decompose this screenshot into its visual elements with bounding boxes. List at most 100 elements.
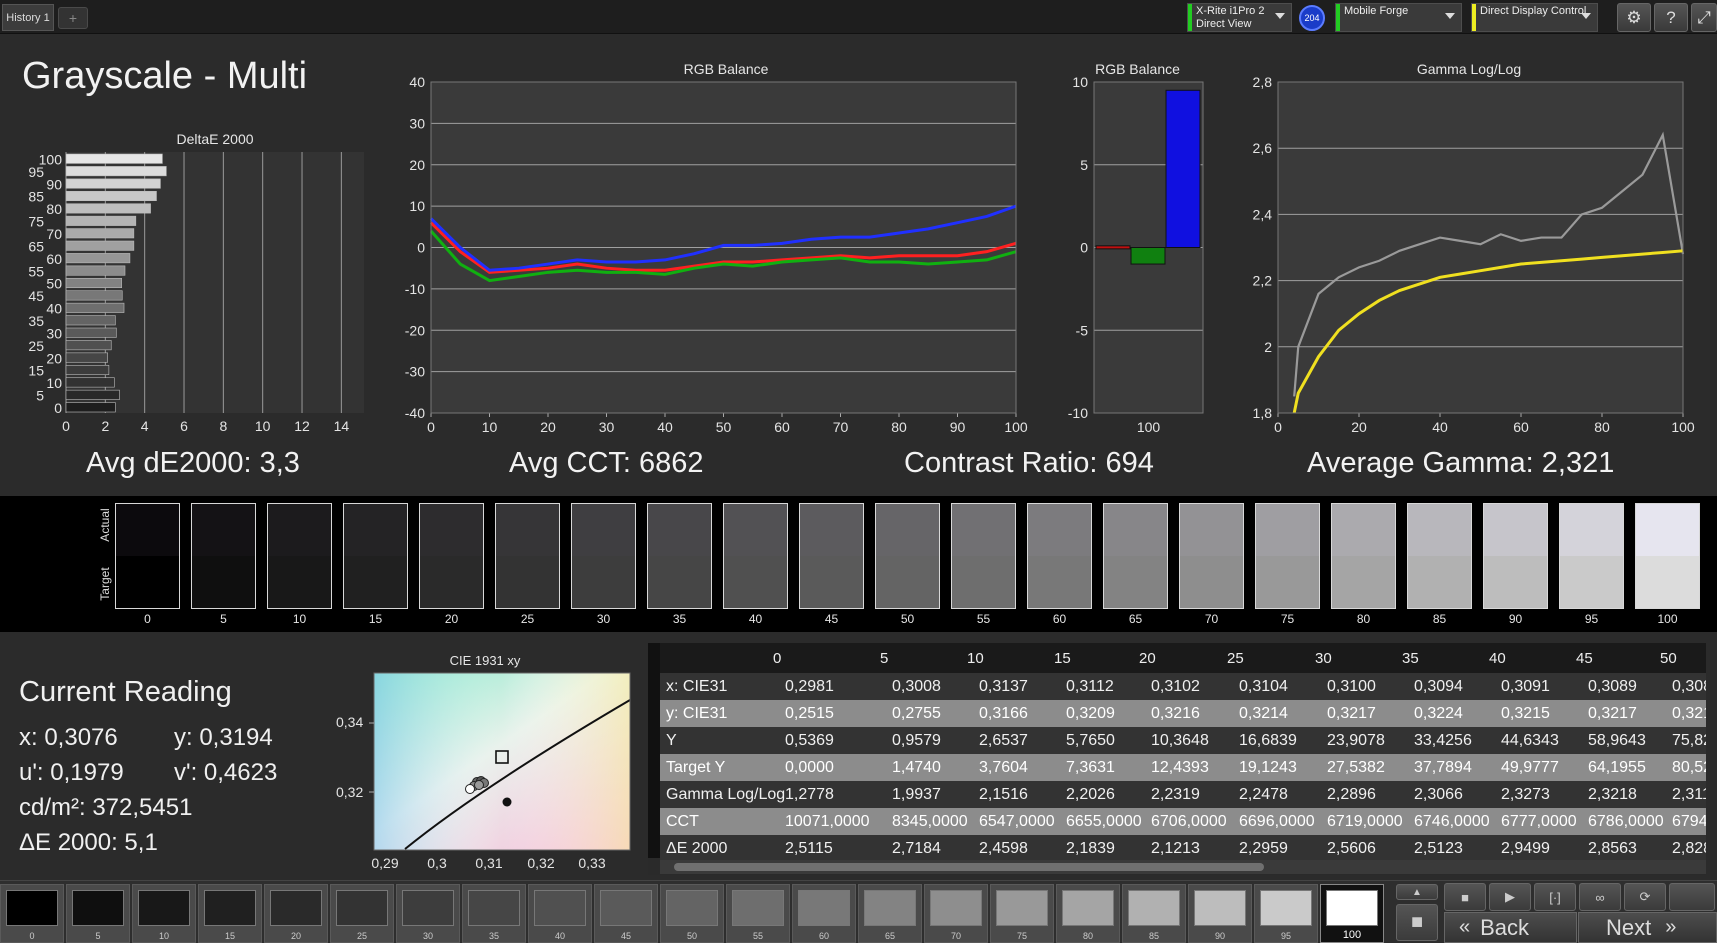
table-row[interactable]: Target Y 0,0000 1,4740 3,7604 7,3631 12,4393 1… [660,754,1706,781]
table-horizontal-scrollbar[interactable] [660,860,1706,874]
table-column-header[interactable]: 5 [880,650,888,667]
table-column-header[interactable]: 15 [1054,650,1071,667]
patch-button-40[interactable]: 40 [528,884,592,943]
grayscale-swatch[interactable] [1635,503,1700,609]
extra-button[interactable] [1669,883,1715,911]
table-column-header[interactable]: 45 [1576,650,1593,667]
table-cell: 33,4256 [1414,732,1472,749]
add-tab-button[interactable]: + [58,7,88,29]
generator-select[interactable]: Mobile Forge [1335,3,1462,32]
patch-color [534,890,586,926]
grayscale-swatch[interactable] [799,503,864,609]
patch-button-35[interactable]: 35 [462,884,526,943]
grayscale-swatch[interactable] [267,503,332,609]
play-button[interactable]: ▶ [1489,883,1531,911]
meter-select[interactable]: X-Rite i1Pro 2 Direct View [1187,3,1292,32]
table-column-header[interactable]: 25 [1227,650,1244,667]
measure-single-button[interactable]: [·] [1534,883,1576,911]
deltae-bar [65,377,115,388]
grayscale-swatch[interactable] [115,503,180,609]
record-button[interactable]: ■ [1396,904,1438,941]
grayscale-swatch[interactable] [191,503,256,609]
table-row[interactable]: Gamma Log/Log 1,2778 1,9937 2,1516 2,2026 2,2… [660,781,1706,808]
refresh-button[interactable]: ⟳ [1624,883,1666,911]
next-button[interactable]: Next » [1578,912,1717,943]
grayscale-swatch[interactable] [1103,503,1168,609]
patch-button-60[interactable]: 60 [792,884,856,943]
table-column-header[interactable]: 20 [1139,650,1156,667]
grayscale-swatch[interactable] [1331,503,1396,609]
grayscale-swatch[interactable] [1407,503,1472,609]
patch-button-0[interactable]: 0 [0,884,64,943]
deltae-bar [65,402,116,413]
patch-button-90[interactable]: 90 [1188,884,1252,943]
grayscale-swatch[interactable] [343,503,408,609]
grayscale-swatch[interactable] [1559,503,1624,609]
table-column-header[interactable]: 0 [773,650,781,667]
back-label: Back [1480,914,1530,940]
settings-button[interactable]: ■⚙ [1617,3,1651,32]
deltae-y-tick: 75 [28,214,44,230]
deltae-x-tick: 14 [334,418,350,434]
grayscale-swatch[interactable] [951,503,1016,609]
badge-204[interactable]: 204 [1299,5,1325,31]
table-row[interactable]: x: CIE31 0,2981 0,3008 0,3137 0,3112 0,3102 0,… [660,673,1706,700]
table-cell: 37,7894 [1414,759,1472,776]
grayscale-swatch[interactable] [875,503,940,609]
gamma-y-tick: 2,2 [1253,273,1273,289]
table-row-handle[interactable] [648,643,660,858]
grayscale-swatch[interactable] [571,503,636,609]
expand-button[interactable]: ⤢ [1691,3,1717,32]
deltae-y-tick: 90 [46,176,62,192]
grayscale-swatch[interactable] [647,503,712,609]
grayscale-swatch[interactable] [419,503,484,609]
help-button[interactable]: ? [1654,3,1688,32]
patch-button-95[interactable]: 95 [1254,884,1318,943]
table-row[interactable]: ΔE 2000 2,5115 2,7184 2,4598 2,1839 2,1213 2,2… [660,835,1706,862]
patch-button-20[interactable]: 20 [264,884,328,943]
patch-button-50[interactable]: 50 [660,884,724,943]
patch-button-30[interactable]: 30 [396,884,460,943]
grayscale-swatch[interactable] [1027,503,1092,609]
display-control-select[interactable]: Direct Display Control [1471,3,1598,32]
patch-color [336,890,388,926]
grayscale-swatch[interactable] [723,503,788,609]
grayscale-swatch[interactable] [1483,503,1548,609]
grayscale-swatch[interactable] [495,503,560,609]
up-button[interactable]: ▲ [1396,884,1438,900]
table-row[interactable]: y: CIE31 0,2515 0,2755 0,3166 0,3209 0,3216 0,… [660,700,1706,727]
grayscale-swatch[interactable] [1255,503,1320,609]
table-column-header[interactable]: 50 [1660,650,1677,667]
patch-button-55[interactable]: 55 [726,884,790,943]
table-cell: 2,2478 [1239,786,1288,803]
patch-button-80[interactable]: 80 [1056,884,1120,943]
patch-button-10[interactable]: 10 [132,884,196,943]
deltae-y-tick: 60 [46,251,62,267]
swatch-actual [1104,504,1167,556]
patch-button-5[interactable]: 5 [66,884,130,943]
tab-history-1[interactable]: History 1 [2,4,54,31]
patch-button-70[interactable]: 70 [924,884,988,943]
back-button[interactable]: « Back [1444,912,1577,943]
loop-button[interactable]: ∞ [1579,883,1621,911]
stop-button[interactable]: ■ [1444,883,1486,911]
table-column-header[interactable]: 40 [1489,650,1506,667]
patch-button-75[interactable]: 75 [990,884,1054,943]
patch-button-45[interactable]: 45 [594,884,658,943]
table-column-header[interactable]: 10 [967,650,984,667]
patch-color [798,890,850,926]
patch-button-100[interactable]: 100 [1320,884,1384,943]
table-row[interactable]: Y 0,5369 0,9579 2,6537 5,7650 10,3648 16,6839 2… [660,727,1706,754]
rgb-line-y-tick: -10 [405,281,425,297]
patch-button-85[interactable]: 85 [1122,884,1186,943]
scrollbar-thumb[interactable] [674,863,1264,871]
table-row[interactable]: CCT 10071,0000 8345,0000 6547,0000 6655,0000… [660,808,1706,835]
patch-button-15[interactable]: 15 [198,884,262,943]
table-cell: 0,3215 [1501,705,1550,722]
table-column-header[interactable]: 35 [1402,650,1419,667]
patch-button-25[interactable]: 25 [330,884,394,943]
swatch-label: 65 [1128,612,1143,626]
grayscale-swatch[interactable] [1179,503,1244,609]
patch-button-65[interactable]: 65 [858,884,922,943]
table-column-header[interactable]: 30 [1315,650,1332,667]
